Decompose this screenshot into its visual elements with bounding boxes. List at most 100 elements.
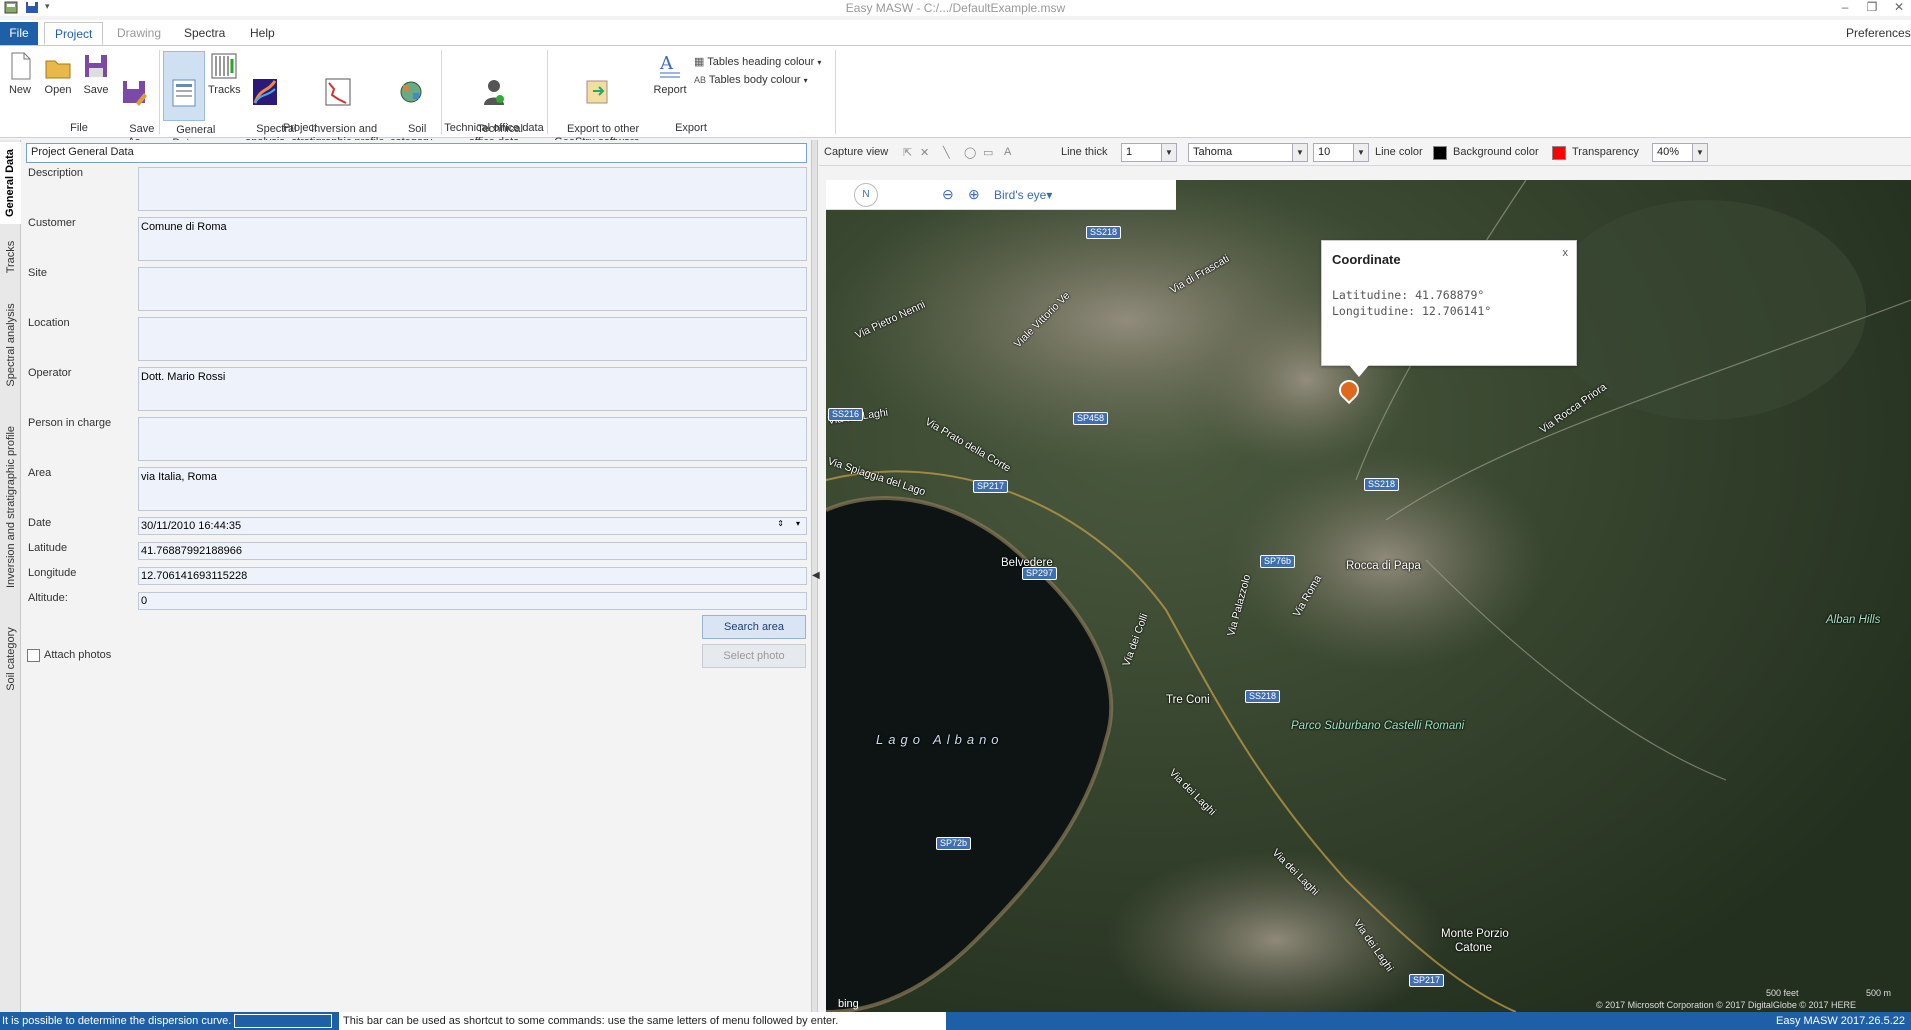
road-shield: SP72b: [936, 837, 972, 850]
tab-spectra[interactable]: Spectra: [174, 22, 235, 45]
window-title: Easy MASW - C:/.../DefaultExample.msw: [845, 1, 1066, 15]
place-parco: Parco Suburbano Castelli Romani: [1291, 720, 1465, 732]
select-photo-button[interactable]: Select photo: [702, 644, 806, 668]
vtab-spectral-analysis[interactable]: Spectral analysis: [0, 290, 21, 400]
save-button[interactable]: Save: [80, 51, 112, 97]
aerial-map[interactable]: N ⊖ ⊕ Bird's eye▾ Coordinate x Latitudin…: [826, 180, 1911, 1012]
panel-splitter[interactable]: ◀: [811, 140, 820, 1012]
tables-body-colour-button[interactable]: AB Tables body colour ▾: [694, 74, 808, 86]
popup-close-button[interactable]: x: [1563, 247, 1569, 259]
open-label: Open: [44, 84, 72, 96]
chevron-down-icon: ▾: [817, 58, 822, 67]
export-group-label: Export: [675, 122, 707, 134]
zoom-out-icon[interactable]: ⊖: [942, 186, 954, 203]
place-lago-albano: Lago Albano: [876, 732, 1004, 747]
place-catone: Catone: [1455, 942, 1493, 954]
pointer-tool-icon[interactable]: ⇱: [903, 146, 912, 159]
vtab-soil-category[interactable]: Soil category: [0, 614, 21, 704]
tab-drawing[interactable]: Drawing: [107, 22, 171, 45]
minimize-button[interactable]: –: [1835, 0, 1855, 15]
zoom-in-icon[interactable]: ⊕: [968, 186, 980, 203]
scale-feet: 500 feet: [1766, 988, 1799, 998]
vtab-label: Inversion and stratigraphic profile: [4, 425, 17, 589]
new-document-icon: [11, 52, 31, 80]
latitude-field[interactable]: 41.76887992188966: [138, 542, 807, 560]
delete-tool-icon[interactable]: ✕: [920, 146, 929, 159]
rectangle-tool-icon[interactable]: ▭: [983, 146, 993, 159]
longitude-field[interactable]: 12.706141693115228: [138, 567, 807, 585]
chevron-down-icon[interactable]: ▼: [1161, 144, 1176, 161]
text-ab-icon: AB: [694, 75, 707, 85]
operator-field[interactable]: Dott. Mario Rossi: [138, 367, 807, 411]
vtab-general-data[interactable]: General Data: [0, 142, 21, 224]
operator-label: Operator: [28, 367, 72, 379]
background-color-swatch[interactable]: [1552, 146, 1566, 160]
chevron-down-icon[interactable]: ▾: [796, 519, 800, 528]
description-field[interactable]: [138, 167, 807, 211]
date-value: 30/11/2010 16:44:35: [141, 520, 242, 532]
preferences-menu[interactable]: Preferences: [1836, 22, 1911, 45]
popup-longitude: Longitudine: 12.706141°: [1332, 304, 1492, 318]
general-data-button[interactable]: General Data: [163, 51, 215, 149]
birds-eye-button[interactable]: Bird's eye▾: [994, 188, 1052, 202]
person-in-charge-field[interactable]: [138, 417, 807, 461]
place-alban-hills: Alban Hills: [1826, 614, 1881, 626]
altitude-field[interactable]: 0: [138, 592, 807, 610]
save-label: Save: [83, 84, 109, 96]
capture-view-button[interactable]: Capture view: [824, 146, 888, 158]
close-button[interactable]: ✕: [1889, 0, 1909, 15]
report-label: Report: [653, 84, 687, 96]
vtab-label: Spectral analysis: [4, 303, 17, 387]
command-shortcut-input[interactable]: [234, 1014, 332, 1028]
longitude-label: Longitude: [28, 567, 77, 579]
compass-icon[interactable]: N: [854, 183, 878, 207]
altitude-label: Altitude:: [28, 592, 68, 604]
restore-button[interactable]: ❐: [1862, 0, 1882, 15]
chevron-down-icon[interactable]: ▼: [1692, 144, 1707, 161]
vtab-tracks[interactable]: Tracks: [0, 226, 21, 288]
vertical-tabs: General Data Tracks Spectral analysis In…: [0, 140, 21, 1012]
bing-logo: bing: [838, 998, 859, 1010]
road-shield: SP297: [1022, 567, 1058, 580]
road-shield: SS218: [1245, 690, 1281, 703]
tab-file[interactable]: File: [0, 22, 38, 45]
search-area-button[interactable]: Search area: [702, 615, 806, 639]
text-tool-icon[interactable]: A: [1004, 146, 1011, 158]
tables-heading-colour-button[interactable]: ▦ Tables heading colour ▾: [694, 55, 821, 68]
new-button[interactable]: New: [5, 51, 35, 97]
vtab-label: Soil category: [4, 627, 17, 691]
line-color-swatch[interactable]: [1433, 146, 1447, 160]
version-label: Easy MASW 2017.26.5.22: [1775, 1015, 1905, 1027]
chevron-down-icon[interactable]: ▼: [1292, 144, 1307, 161]
popup-title: Coordinate: [1332, 252, 1401, 267]
attach-photos-checkbox[interactable]: [27, 649, 40, 662]
line-tool-icon[interactable]: ╲: [943, 146, 950, 159]
spin-icon[interactable]: ⇕: [777, 519, 784, 528]
site-field[interactable]: [138, 267, 807, 311]
font-size-select[interactable]: 10 ▼: [1313, 143, 1369, 162]
map-toolbar: Capture view ⇱ ✕ ╲ ◯ ▭ A Line thick 1 ▼ …: [819, 140, 1911, 166]
transparency-select[interactable]: 40% ▼: [1652, 143, 1708, 162]
open-button[interactable]: Open: [40, 51, 76, 97]
save-as-icon: [123, 81, 147, 106]
report-button[interactable]: A Report: [650, 51, 690, 97]
line-thick-select[interactable]: 1 ▼: [1121, 143, 1177, 162]
chevron-down-icon[interactable]: ▼: [1353, 144, 1368, 161]
date-picker[interactable]: 30/11/2010 16:44:35 ⇕ ▾: [138, 517, 807, 535]
area-field[interactable]: via Italia, Roma: [138, 467, 807, 511]
place-tre-coni: Tre Coni: [1166, 694, 1210, 706]
road-shield: SP217: [1409, 974, 1445, 987]
tracks-button[interactable]: Tracks: [208, 51, 241, 97]
customer-field[interactable]: Comune di Roma: [138, 217, 807, 261]
location-field[interactable]: [138, 317, 807, 361]
group-separator: [835, 50, 836, 134]
panel-header: Project General Data: [26, 143, 807, 163]
tab-help[interactable]: Help: [240, 22, 285, 45]
font-select[interactable]: Tahoma ▼: [1188, 143, 1308, 162]
collapse-arrow-icon[interactable]: ◀: [812, 570, 820, 581]
technical-office-icon: [484, 80, 504, 105]
vtab-inversion-profile[interactable]: Inversion and stratigraphic profile: [0, 402, 21, 612]
file-group-label: File: [70, 122, 88, 134]
ellipse-tool-icon[interactable]: ◯: [964, 146, 976, 159]
tab-project[interactable]: Project: [44, 22, 104, 45]
